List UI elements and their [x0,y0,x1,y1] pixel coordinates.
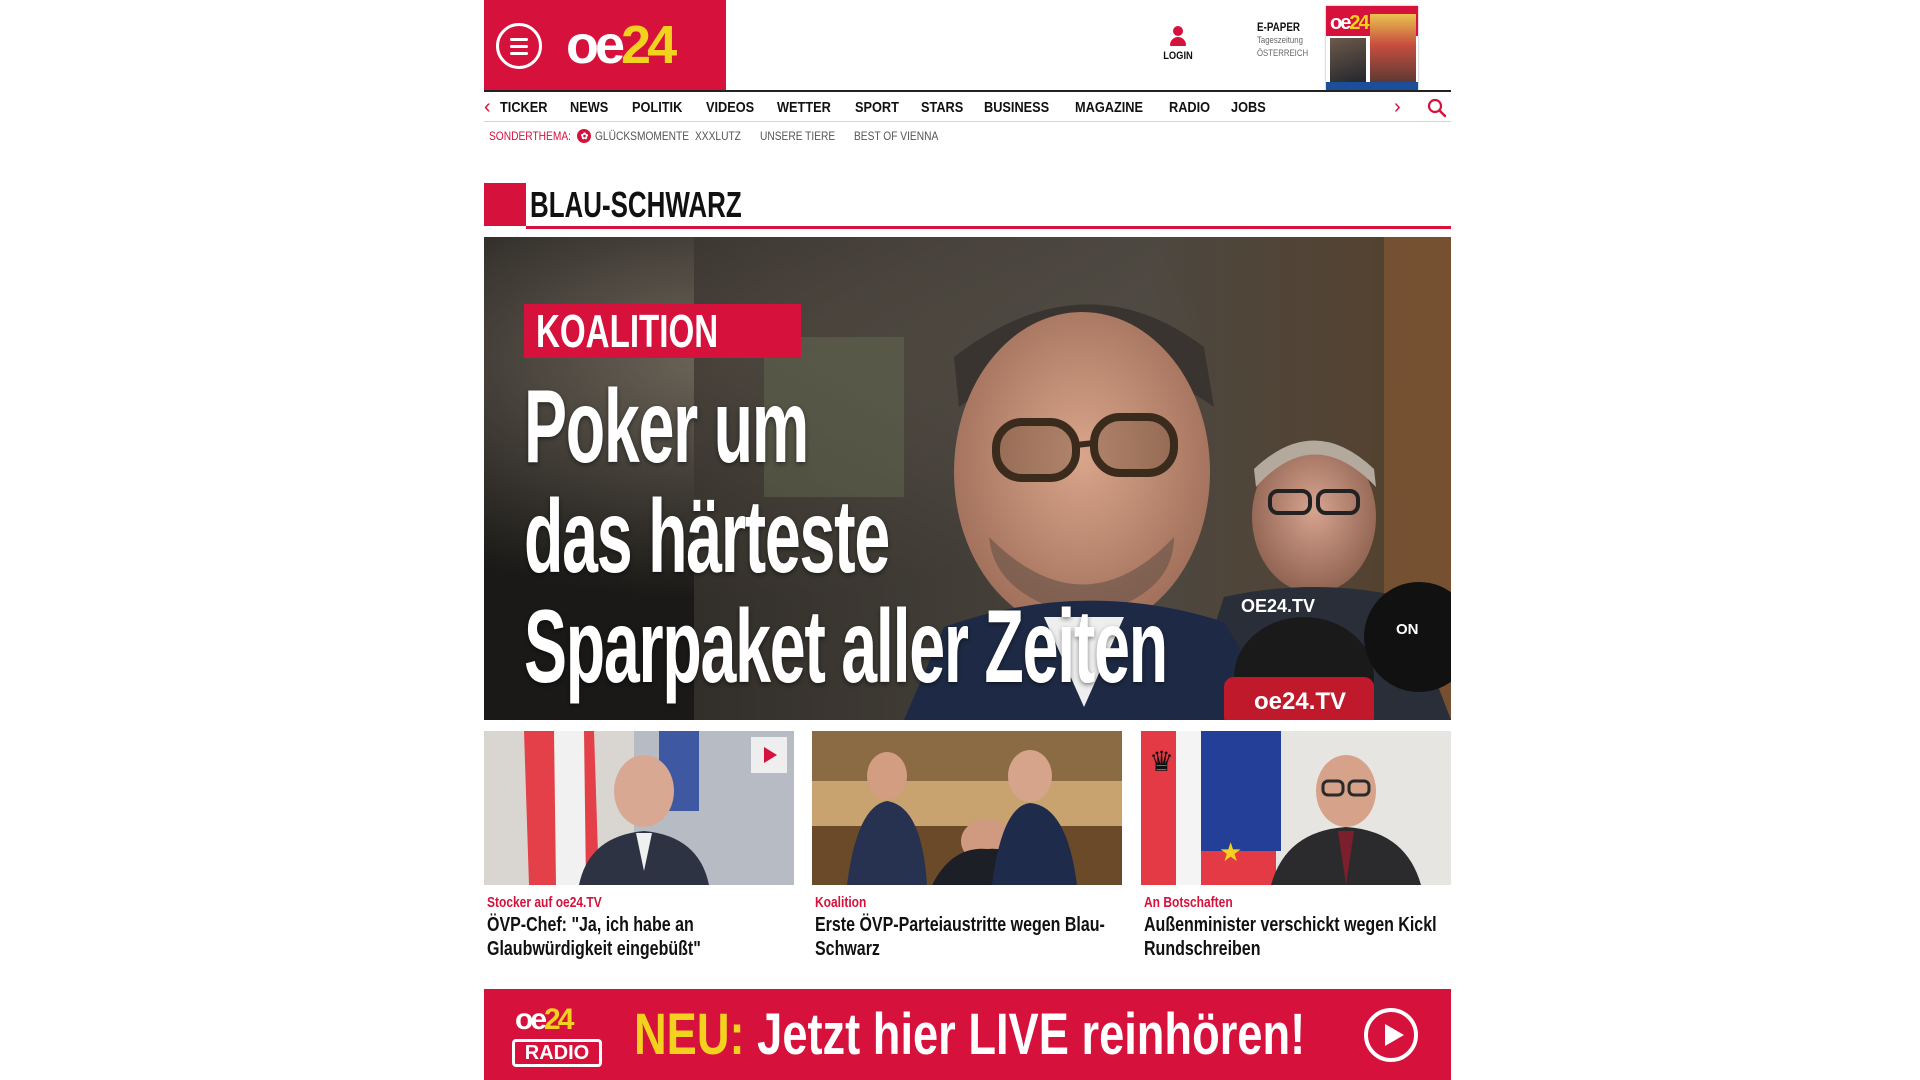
teaser-kicker: Koalition [815,894,867,911]
teaser-card[interactable]: Koalition Erste ÖVP-Parteiaustritte wege… [812,731,1122,961]
epaper-line1: Tageszeitung [1257,35,1303,46]
teaser-title: Erste ÖVP-Parteiaustritte wegen Blau-Sch… [815,914,1105,960]
radio-banner-neu: NEU: [634,1002,745,1067]
teaser-image [484,731,794,885]
subnav: SONDERTHEMA: ✿ GLÜCKSMOMENTE XXXLUTZ UNSER… [489,129,964,143]
hero-headline-line: Sparpaket aller Zeiten [524,589,1168,705]
menu-line-icon [510,52,528,55]
teaser-image: ★ ♛ [1141,731,1451,885]
mic-label: oe24.TV [1254,688,1346,715]
nav-item-stars[interactable]: STARS [921,99,963,116]
hero-article[interactable]: OE24.TV oe24.TV ON KOALITION Poker um da… [484,237,1451,720]
nav-items: TICKER NEWS POLITIK VIDEOS WETTER SPORT STARS B… [500,99,1272,116]
logo-text-oe: oe [566,15,625,75]
hero-kicker: KOALITION [524,304,801,358]
epaper-line2: ÖSTERREICH [1257,48,1309,59]
hero-headline-line: das härteste [524,479,890,595]
radio-live-banner[interactable]: oe24 RADIO NEU: Jetzt hier LIVE reinhöre… [484,989,1451,1080]
epaper-title: E-PAPER [1257,20,1301,34]
teaser-row: Stocker auf oe24.TV ÖVP-Chef: "Ja, ich h… [484,731,1451,971]
subnav-item[interactable]: UNSERE TIERE [760,129,840,143]
cover-photo [1330,38,1366,82]
teaser-kicker: An Botschaften [1144,894,1233,911]
epaper-link[interactable]: E-PAPER Tageszeitung ÖSTERREICH [1257,20,1327,60]
nav-item-radio[interactable]: RADIO [1169,99,1210,116]
subnav-label: SONDERTHEMA: [489,129,571,143]
main-nav: ‹ TICKER NEWS POLITIK VIDEOS WETTER SPORT STAR… [484,90,1451,122]
radio-banner-cta: Jetzt hier LIVE reinhören! [757,1002,1306,1067]
section-underline [526,226,1451,229]
cover-logo: oe24 [1330,12,1370,34]
teaser-image [812,731,1122,885]
nav-item-sport[interactable]: SPORT [855,99,899,116]
teaser-card[interactable]: ★ ♛ An Botschaften Außenminister verschi… [1141,731,1451,961]
video-play-icon [751,737,787,773]
svg-text:★: ★ [1219,838,1242,868]
subnav-item[interactable]: GLÜCKSMOMENTE [595,129,689,143]
nav-item-magazine[interactable]: MAGAZINE [1075,99,1143,116]
user-icon [1168,26,1188,48]
nav-item-news[interactable]: NEWS [570,99,608,116]
radio-logo-label: RADIO [512,1039,602,1067]
menu-line-icon [510,38,528,41]
mic-label: OE24.TV [1241,596,1315,616]
nav-item-videos[interactable]: VIDEOS [706,99,754,116]
nav-item-wetter[interactable]: WETTER [777,99,831,116]
search-icon[interactable] [1427,98,1447,118]
teaser-card[interactable]: Stocker auf oe24.TV ÖVP-Chef: "Ja, ich h… [484,731,794,961]
nav-item-jobs[interactable]: JOBS [1231,99,1266,116]
site-logo[interactable]: oe24 [566,14,677,76]
svg-text:♛: ♛ [1149,745,1174,778]
hero-headline-line: Poker um [524,369,809,485]
nav-item-business[interactable]: BUSINESS [984,99,1049,116]
login-label: LOGIN [1163,50,1193,62]
epaper-cover-image[interactable]: oe24 [1326,6,1418,90]
hero-headline: Poker um das härteste Sparpaket aller Ze… [524,369,1168,705]
section-title: BLAU-SCHWARZ [530,184,742,225]
radio-banner-text: NEU: Jetzt hier LIVE reinhören! [634,1003,1305,1067]
radio-logo: oe24 RADIO [512,1003,604,1067]
nav-scroll-right-icon[interactable]: › [1394,96,1401,118]
subnav-badge-icon: ✿ [577,129,592,143]
cover-photo [1370,14,1416,82]
menu-line-icon [510,45,528,48]
play-icon[interactable] [1364,1008,1418,1062]
menu-button[interactable] [496,23,542,69]
login-button[interactable]: LOGIN [1158,26,1198,62]
nav-scroll-left-icon[interactable]: ‹ [484,96,491,118]
nav-item-ticker[interactable]: TICKER [500,99,547,116]
logo-text-24: 24 [621,15,677,75]
subnav-item[interactable]: BEST OF VIENNA [854,129,948,143]
nav-item-politik[interactable]: POLITIK [632,99,682,116]
teaser-title: ÖVP-Chef: "Ja, ich habe an Glaubwürdigke… [487,914,701,960]
subnav-item[interactable]: XXXLUTZ [695,129,750,143]
mic-label: ON [1396,621,1419,638]
page: oe24 LOGIN E-PAPER Tageszeitung ÖSTERREI… [484,0,1451,1080]
section-heading: BLAU-SCHWARZ [484,183,1451,229]
teaser-kicker: Stocker auf oe24.TV [487,894,602,911]
section-marker [484,183,526,226]
logo-block: oe24 [484,0,726,90]
cover-strip [1326,82,1418,90]
teaser-title: Außenminister verschickt wegen Kickl Run… [1144,914,1437,960]
